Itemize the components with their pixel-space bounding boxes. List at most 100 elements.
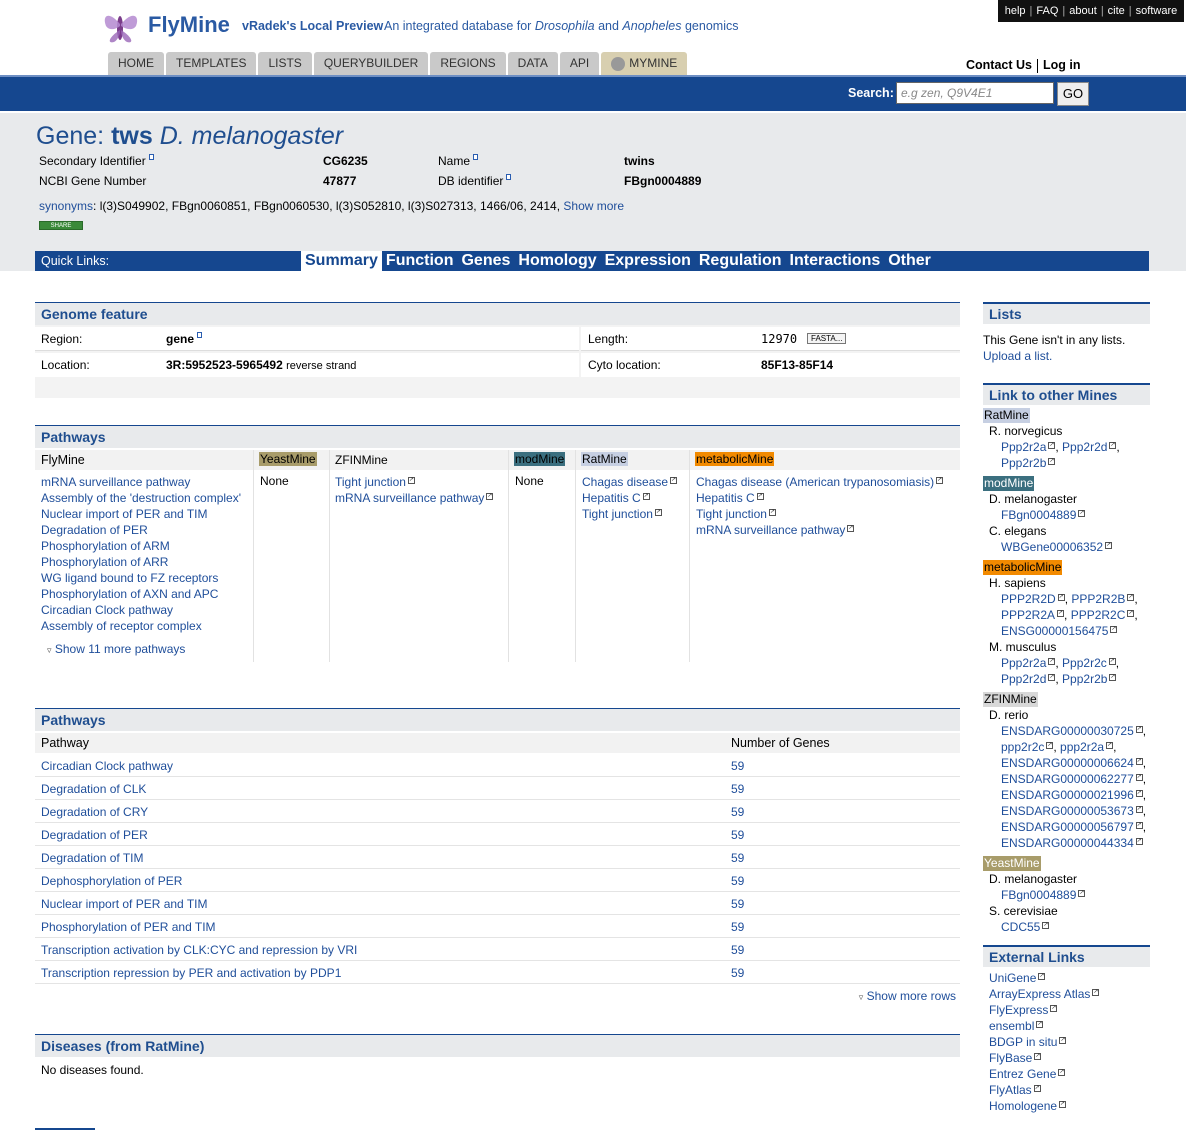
mine-gene-link[interactable]: FBgn0004889 <box>1001 888 1076 902</box>
external-link[interactable]: UniGene <box>989 971 1036 985</box>
pathway-link[interactable]: mRNA surveillance pathway ↗ <box>696 522 943 538</box>
gene-count[interactable]: 59 <box>731 943 744 957</box>
mine-gene-link[interactable]: Ppp2r2a <box>1001 656 1046 670</box>
external-link[interactable]: ArrayExpress Atlas <box>989 987 1090 1001</box>
contact-us-link[interactable]: Contact Us <box>966 58 1032 72</box>
mine-gene-link[interactable]: PPP2R2D <box>1001 592 1056 606</box>
tab-templates[interactable]: TEMPLATES <box>166 52 257 75</box>
mine-gene-link[interactable]: ENSDARG00000056797 <box>1001 820 1134 834</box>
mine-gene-link[interactable]: FBgn0004889 <box>1001 508 1076 522</box>
mine-gene-link[interactable]: ENSDARG00000021996 <box>1001 788 1134 802</box>
mine-gene-link[interactable]: Ppp2r2d <box>1062 440 1107 454</box>
gene-count[interactable]: 59 <box>731 759 744 773</box>
mine-gene-link[interactable]: WBGene00006352 <box>1001 540 1103 554</box>
quicklink-expression[interactable]: Expression <box>601 251 695 271</box>
cite-link[interactable]: cite <box>1108 5 1125 17</box>
mine-gene-link[interactable]: ENSDARG00000053673 <box>1001 804 1134 818</box>
quicklink-other[interactable]: Other <box>884 251 935 271</box>
mine-gene-link[interactable]: ENSDARG00000044334 <box>1001 836 1134 850</box>
info-icon[interactable] <box>148 154 154 160</box>
quicklink-interactions[interactable]: Interactions <box>786 251 885 271</box>
mine-gene-link[interactable]: ppp2r2a <box>1060 740 1104 754</box>
mine-gene-link[interactable]: PPP2R2B <box>1071 592 1125 606</box>
show-more-synonyms-link[interactable]: Show more <box>563 199 624 213</box>
mine-gene-link[interactable]: Ppp2r2b <box>1001 456 1046 470</box>
pathway-link[interactable]: Circadian Clock pathway <box>41 602 241 618</box>
pathway-link[interactable]: Chagas disease ↗ <box>582 474 678 490</box>
tab-api[interactable]: API <box>559 52 600 75</box>
pathway-link[interactable]: Phosphorylation of AXN and APC <box>41 586 241 602</box>
gene-count[interactable]: 59 <box>731 897 744 911</box>
search-input[interactable]: e.g zen, Q9V4E1 <box>896 82 1054 104</box>
gene-count[interactable]: 59 <box>731 805 744 819</box>
gene-count[interactable]: 59 <box>731 851 744 865</box>
mine-gene-link[interactable]: PPP2R2C <box>1071 608 1126 622</box>
pathway-link[interactable]: WG ligand bound to FZ receptors <box>41 570 241 586</box>
mine-gene-link[interactable]: PPP2R2A <box>1001 608 1055 622</box>
login-link[interactable]: Log in <box>1043 58 1081 72</box>
faq-link[interactable]: FAQ <box>1036 5 1058 17</box>
quicklink-summary[interactable]: Summary <box>301 251 382 271</box>
quicklink-regulation[interactable]: Regulation <box>695 251 786 271</box>
external-link[interactable]: FlyBase <box>989 1051 1032 1065</box>
pathway-link[interactable]: Degradation of PER <box>41 522 241 538</box>
tab-lists[interactable]: LISTS <box>258 52 312 75</box>
tab-mymine[interactable]: MYMINE <box>601 52 688 75</box>
external-link[interactable]: Homologene <box>989 1099 1057 1113</box>
tab-querybuilder[interactable]: QUERYBUILDER <box>313 52 429 75</box>
external-link[interactable]: FlyExpress <box>989 1003 1048 1017</box>
pathway-name[interactable]: Circadian Clock pathway <box>41 759 173 773</box>
tab-data[interactable]: DATA <box>507 52 558 75</box>
mine-gene-link[interactable]: ppp2r2c <box>1001 740 1044 754</box>
pathway-link[interactable]: mRNA surveillance pathway <box>41 474 241 490</box>
flymine-logo-icon[interactable] <box>100 6 142 46</box>
pathway-link[interactable]: Chagas disease (American trypanosomiasis… <box>696 474 944 490</box>
mine-gene-link[interactable]: ENSDARG00000030725 <box>1001 724 1134 738</box>
synonyms-link[interactable]: synonyms <box>39 199 93 213</box>
gene-count[interactable]: 59 <box>731 874 744 888</box>
info-icon[interactable] <box>197 332 203 338</box>
pathway-link[interactable]: Tight junction ↗ <box>335 474 493 490</box>
about-link[interactable]: about <box>1069 5 1097 17</box>
pathway-name[interactable]: Degradation of TIM <box>41 851 144 865</box>
external-link[interactable]: ensembl <box>989 1019 1034 1033</box>
pathway-name[interactable]: Degradation of CRY <box>41 805 148 819</box>
fasta-button[interactable]: FASTA... <box>807 333 847 344</box>
mine-gene-link[interactable]: Ppp2r2d <box>1001 672 1046 686</box>
pathway-name[interactable]: Degradation of CLK <box>41 782 146 796</box>
quicklink-genes[interactable]: Genes <box>457 251 514 271</box>
mine-gene-link[interactable]: Ppp2r2b <box>1062 672 1107 686</box>
pathway-link[interactable]: Tight junction ↗ <box>696 506 943 522</box>
show-more-rows-link[interactable]: ▿ Show more rows <box>859 989 956 1003</box>
go-button[interactable]: GO <box>1057 82 1089 106</box>
help-link[interactable]: help <box>1005 5 1026 17</box>
mine-gene-link[interactable]: CDC55 <box>1001 920 1040 934</box>
pathway-name[interactable]: Degradation of PER <box>41 828 148 842</box>
show-more-pathways-link[interactable]: ▿ Show 11 more pathways <box>47 642 185 656</box>
pathway-name[interactable]: Phosphorylation of PER and TIM <box>41 920 216 934</box>
pathway-link[interactable]: Hepatitis C ↗ <box>582 490 677 506</box>
tab-home[interactable]: HOME <box>108 52 164 75</box>
mine-gene-link[interactable]: ENSG00000156475 <box>1001 624 1108 638</box>
gene-count[interactable]: 59 <box>731 828 744 842</box>
gene-count[interactable]: 59 <box>731 966 744 980</box>
pathway-name[interactable]: Dephosphorylation of PER <box>41 874 182 888</box>
col-pathway-header[interactable]: Pathway <box>41 736 89 750</box>
external-link[interactable]: BDGP in situ <box>989 1035 1057 1049</box>
pathway-link[interactable]: Phosphorylation of ARM <box>41 538 241 554</box>
col-genes-header[interactable]: Number of Genes <box>731 736 830 750</box>
tab-regions[interactable]: REGIONS <box>430 52 506 75</box>
mine-gene-link[interactable]: Ppp2r2c <box>1062 656 1107 670</box>
quicklink-homology[interactable]: Homology <box>514 251 600 271</box>
share-button[interactable]: SHARE <box>39 221 83 230</box>
pathway-link[interactable]: Tight junction ↗ <box>582 506 677 522</box>
pathway-name[interactable]: Transcription repression by PER and acti… <box>41 966 341 980</box>
external-link[interactable]: FlyAtlas <box>989 1083 1032 1097</box>
pathway-name[interactable]: Nuclear import of PER and TIM <box>41 897 208 911</box>
quicklink-function[interactable]: Function <box>382 251 458 271</box>
brand-title[interactable]: FlyMine <box>148 12 230 38</box>
pathway-name[interactable]: Transcription activation by CLK:CYC and … <box>41 943 357 957</box>
pathway-link[interactable]: mRNA surveillance pathway ↗ <box>335 490 494 506</box>
gene-count[interactable]: 59 <box>731 782 744 796</box>
upload-list-link[interactable]: Upload a list. <box>983 348 1150 364</box>
